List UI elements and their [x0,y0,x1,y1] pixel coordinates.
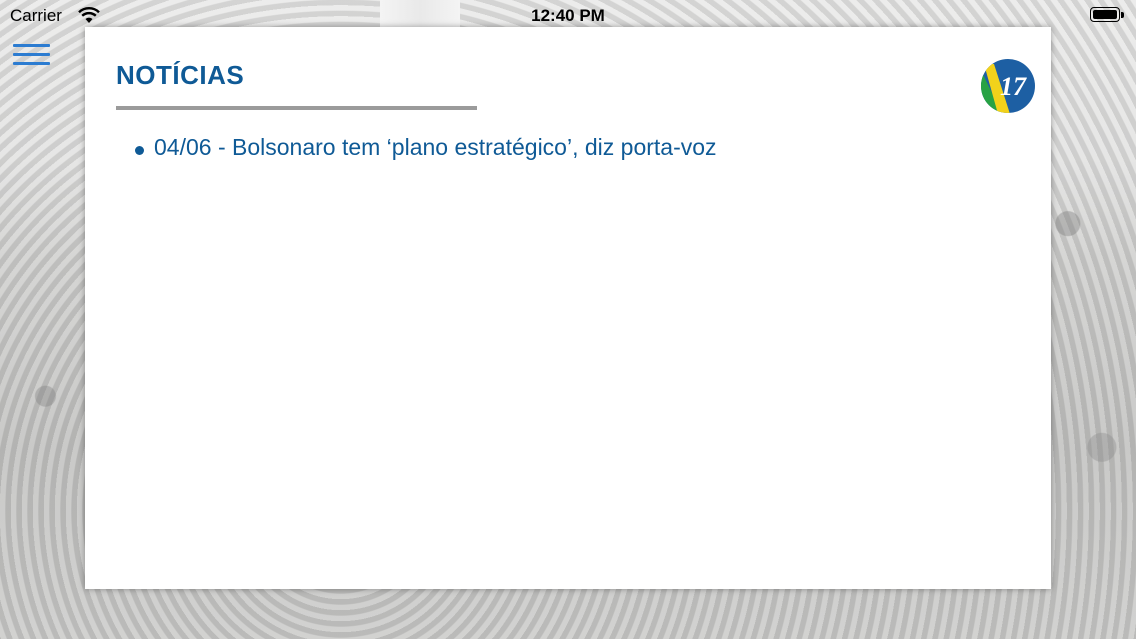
logo-text: 17 [1000,72,1027,101]
hamburger-icon-line [13,53,50,56]
page-title: NOTÍCIAS [116,60,245,90]
news-item[interactable]: 04/06 - Bolsonaro tem ‘plano estratégico… [135,131,717,163]
bullet-icon [135,145,144,155]
battery-icon [1090,7,1126,24]
news-item-link[interactable]: 04/06 - Bolsonaro tem ‘plano estratégico… [154,131,717,163]
menu-button[interactable] [13,42,51,68]
hamburger-icon-line [13,62,50,65]
news-list: 04/06 - Bolsonaro tem ‘plano estratégico… [135,131,717,163]
hamburger-icon-line [13,44,50,47]
title-underline [116,106,477,110]
party-logo-icon: 17 [981,59,1035,113]
status-time: 12:40 PM [531,6,605,25]
news-card: NOTÍCIAS 17 04/06 - Bolsonaro tem ‘plano… [85,27,1051,589]
